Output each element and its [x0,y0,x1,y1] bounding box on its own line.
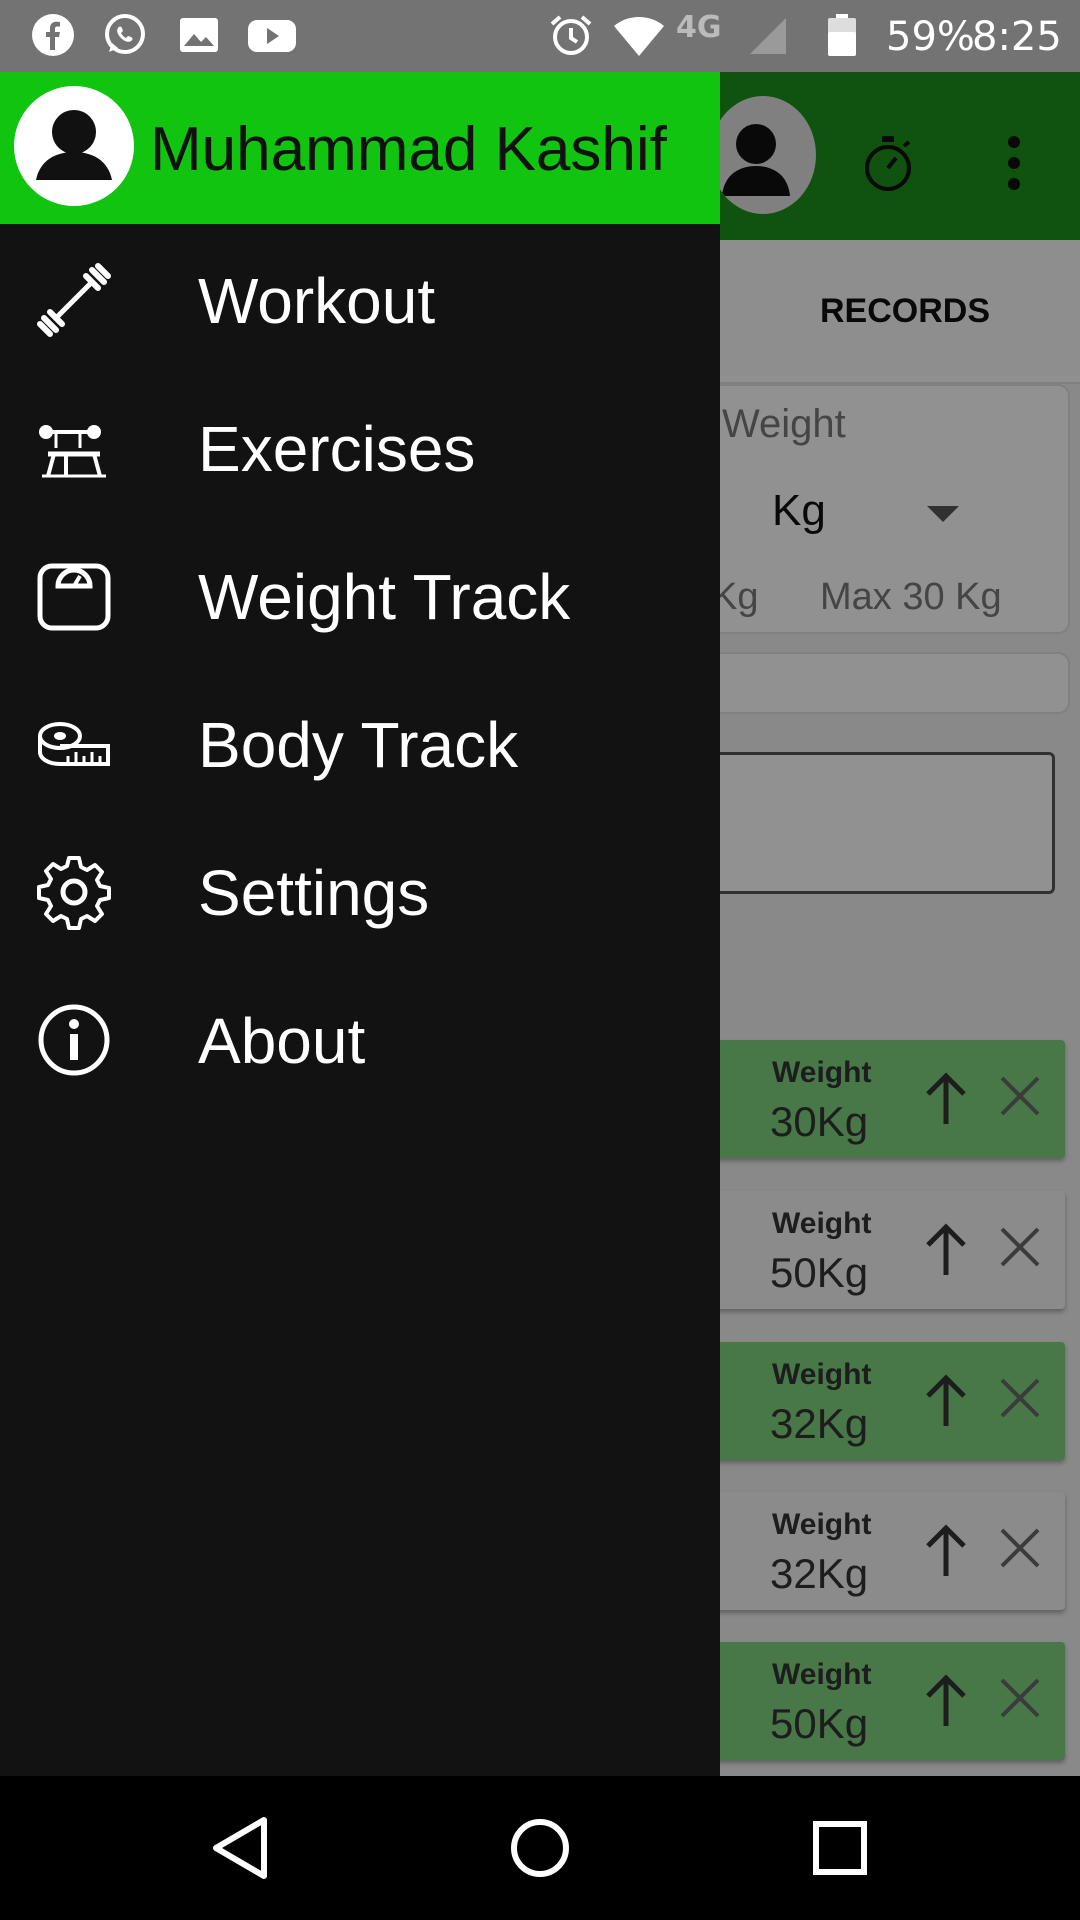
battery-icon [828,14,856,56]
recents-icon[interactable] [804,1812,876,1884]
measuring-tape-icon [38,722,110,766]
avatar[interactable] [14,86,134,206]
gear-icon [37,856,111,930]
menu-item-weight-track[interactable]: Weight Track [0,520,720,668]
menu-item-label: Weight Track [198,561,571,633]
menu-item-settings[interactable]: Settings [0,816,720,964]
dumbbell-icon [37,263,111,337]
menu-item-about[interactable]: About [0,964,720,1112]
user-name: Muhammad Kashif [150,115,667,184]
wifi-icon [614,17,664,56]
status-bar: 4G 59% 8:25 [0,0,1080,72]
signal-icon [750,18,786,54]
navigation-bar [0,1776,1080,1920]
back-icon[interactable] [206,1812,278,1884]
whatsapp-icon [105,14,145,54]
info-icon [38,1004,110,1076]
menu-item-label: Body Track [198,709,519,781]
person-icon [36,110,112,180]
home-icon[interactable] [504,1812,576,1884]
network-type: 4G [676,10,722,45]
menu-item-exercises[interactable]: Exercises [0,372,720,520]
menu-item-label: Workout [198,265,436,337]
drawer-header: Muhammad Kashif [0,72,720,224]
facebook-icon [32,14,74,56]
bench-press-icon [39,425,106,478]
screen: 4G 59% 8:25 RECORDS Weight Kg Kg Max 30 … [0,0,1080,1920]
scale-icon [37,563,111,631]
navigation-drawer: Muhammad Kashif Workout Exercises Weight… [0,72,720,1776]
menu-item-label: Exercises [198,413,476,485]
youtube-icon [248,20,296,52]
gallery-icon [180,18,218,52]
menu-item-label: About [198,1005,366,1077]
menu-item-workout[interactable]: Workout [0,224,720,372]
clock: 8:25 [972,14,1062,60]
menu-item-body-track[interactable]: Body Track [0,668,720,816]
alarm-icon [550,15,592,55]
menu-item-label: Settings [198,857,430,929]
battery-percent: 59% [886,14,975,60]
